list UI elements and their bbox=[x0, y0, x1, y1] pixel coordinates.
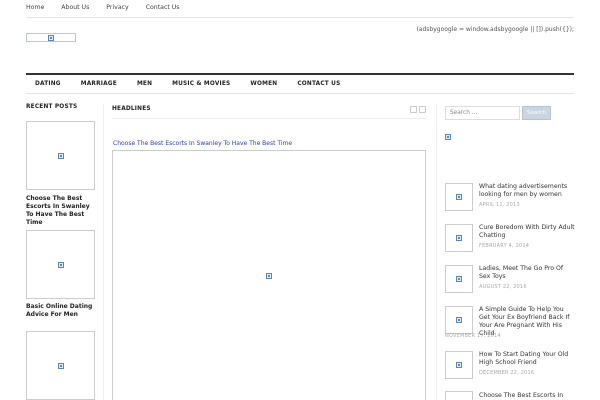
broken-image-icon bbox=[266, 272, 272, 279]
sidebar-post-thumbnail[interactable] bbox=[445, 391, 473, 400]
sidebar-post-date: NOVEMBER 17, 2014 bbox=[445, 333, 501, 339]
sidebar-post-title[interactable]: What dating advertisements looking for m… bbox=[479, 183, 575, 199]
broken-image-icon bbox=[57, 261, 64, 268]
right-column-divider bbox=[436, 104, 437, 400]
top-nav-about[interactable]: About Us bbox=[61, 4, 89, 12]
headlines-divider bbox=[112, 118, 426, 119]
broken-image-icon bbox=[57, 152, 64, 159]
broken-image-icon bbox=[445, 134, 451, 140]
recent-post-title[interactable]: Basic Online Dating Advice For Men bbox=[26, 303, 98, 319]
broken-image-icon bbox=[48, 34, 54, 41]
sidebar-post-date: FEBRUARY 4, 2014 bbox=[479, 243, 530, 249]
sidebar-post-title[interactable]: Choose The Best Escorts In bbox=[479, 392, 575, 400]
main-nav: DATING MARRIAGE MEN MUSIC & MOVIES WOMEN… bbox=[26, 73, 574, 94]
headlines-title: HEADLINES bbox=[112, 106, 151, 112]
broken-image-icon bbox=[456, 276, 462, 282]
main-nav-women[interactable]: WOMEN bbox=[250, 81, 277, 87]
recent-post-title[interactable]: Choose The Best Escorts In Swanley To Ha… bbox=[26, 195, 98, 227]
sidebar-post-date: AUGUST 22, 2016 bbox=[479, 284, 527, 290]
sidebar-post-title[interactable]: Cure Boredom With Dirty Adult Chatting bbox=[479, 224, 575, 240]
broken-image-icon bbox=[456, 362, 462, 368]
main-nav-men[interactable]: MEN bbox=[137, 81, 152, 87]
top-nav-contact[interactable]: Contact Us bbox=[146, 4, 180, 12]
recent-post-thumbnail[interactable] bbox=[26, 121, 95, 190]
broken-image-icon bbox=[456, 235, 462, 241]
sidebar-post-thumbnail[interactable] bbox=[445, 224, 473, 252]
sidebar-post-date: DECEMBER 22, 2016 bbox=[479, 370, 535, 376]
top-nav: Home About Us Privacy Contact Us bbox=[26, 4, 197, 12]
top-nav-home[interactable]: Home bbox=[26, 4, 44, 12]
adsense-script-text: (adsbygoogle = window.adsbygoogle || [])… bbox=[416, 26, 574, 33]
main-nav-music-movies[interactable]: MUSIC & MOVIES bbox=[172, 81, 230, 87]
headline-post-link[interactable]: Choose The Best Escorts In Swanley To Ha… bbox=[113, 140, 292, 147]
search-input[interactable]: Search ... bbox=[445, 106, 520, 120]
broken-image-icon bbox=[57, 362, 64, 369]
site-logo[interactable] bbox=[26, 33, 76, 42]
headline-featured-image[interactable] bbox=[112, 150, 426, 400]
headlines-next-button[interactable] bbox=[419, 106, 426, 113]
recent-post-thumbnail[interactable] bbox=[26, 331, 95, 400]
broken-image-icon bbox=[456, 194, 462, 200]
main-nav-dating[interactable]: DATING bbox=[35, 81, 61, 87]
broken-image-icon bbox=[456, 317, 462, 323]
left-column-divider bbox=[103, 104, 104, 400]
top-nav-privacy[interactable]: Privacy bbox=[106, 4, 128, 12]
main-nav-marriage[interactable]: MARRIAGE bbox=[81, 81, 117, 87]
top-divider bbox=[26, 17, 574, 18]
sidebar-post-title[interactable]: How To Start Dating Your Old High School… bbox=[479, 351, 575, 367]
sidebar-post-thumbnail[interactable] bbox=[445, 265, 473, 293]
main-nav-contact[interactable]: CONTACT US bbox=[297, 81, 340, 87]
recent-post-thumbnail[interactable] bbox=[26, 230, 95, 299]
headlines-prev-button[interactable] bbox=[410, 106, 417, 113]
recent-posts-title: RECENT POSTS bbox=[26, 104, 78, 110]
sidebar-post-thumbnail[interactable] bbox=[445, 183, 473, 211]
search-button[interactable]: Search bbox=[522, 106, 551, 120]
sidebar-post-date: APRIL 11, 2013 bbox=[479, 202, 520, 208]
sidebar-post-thumbnail[interactable] bbox=[445, 306, 473, 334]
sidebar-post-thumbnail[interactable] bbox=[445, 351, 473, 379]
sidebar-post-title[interactable]: Ladies, Meet The Go Pro Of Sex Toys bbox=[479, 265, 575, 281]
